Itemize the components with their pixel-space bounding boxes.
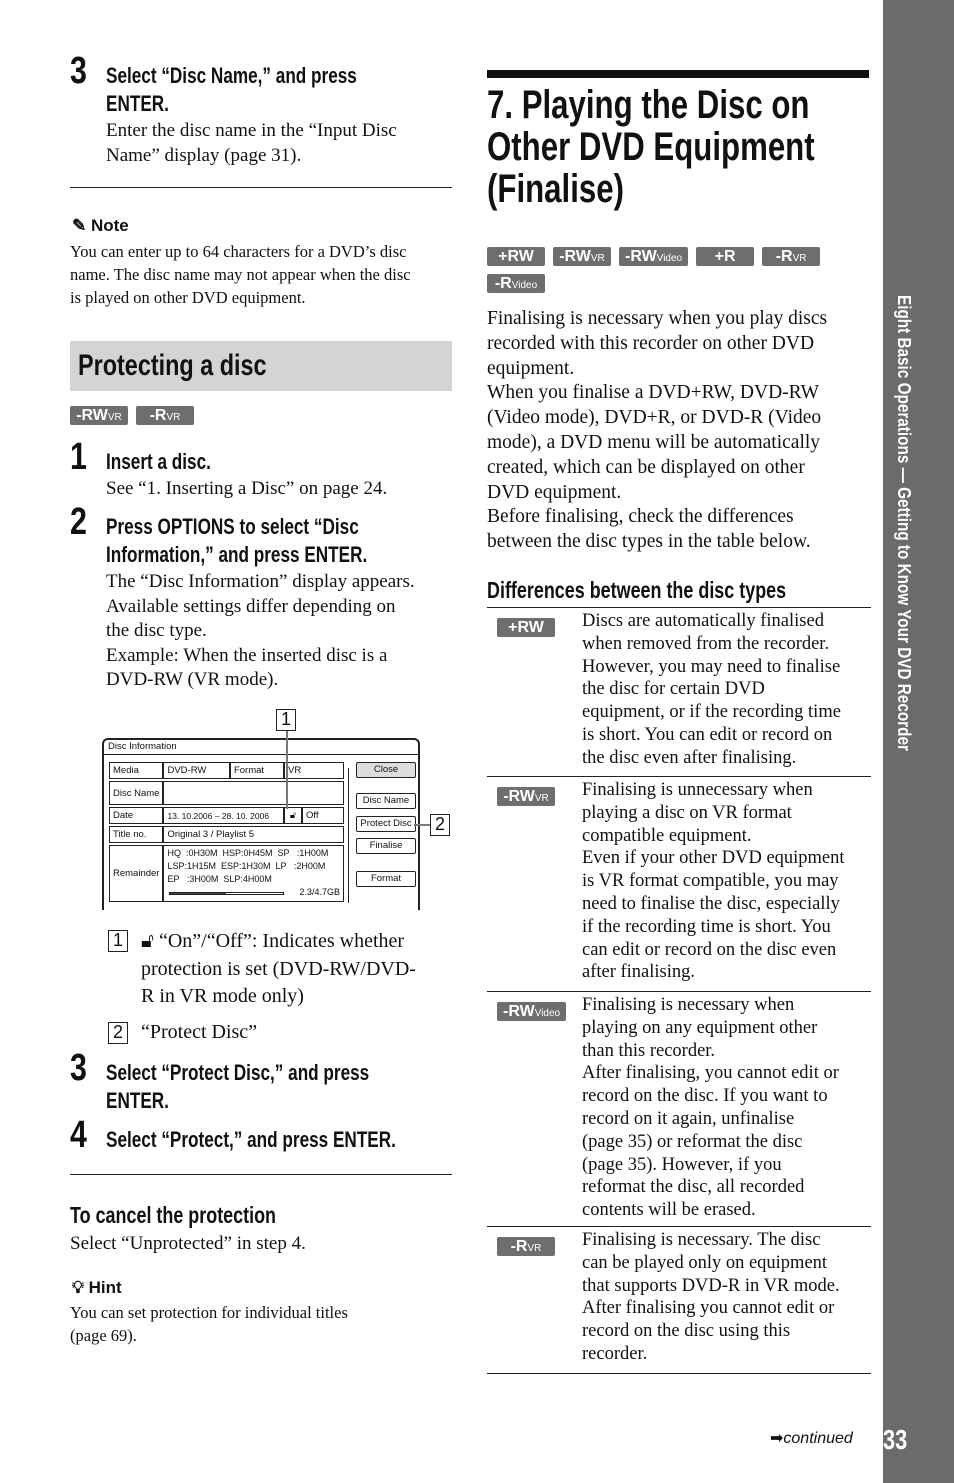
finalise-button[interactable]: Finalise	[356, 838, 416, 854]
disc-information-screen: Disc Information Media DVD-RW Format VR Dis…	[102, 738, 420, 910]
protect-disc-button[interactable]: Protect Disc	[356, 816, 416, 832]
step-number: 2	[70, 501, 87, 543]
divider	[70, 187, 452, 188]
badge: +R	[696, 247, 755, 266]
title-bar	[487, 70, 869, 78]
table-row: -RWVR Finalising is unnecessary when playi…	[487, 776, 871, 991]
badge: -RVideo	[487, 274, 545, 293]
screen-title: Disc Information	[108, 741, 177, 752]
step-title: Insert a disc.	[106, 449, 211, 474]
hint-bulb-icon: 💡︎	[72, 1278, 84, 1297]
table-row: +RW Discs are automatically finalised when…	[487, 607, 871, 776]
disc-badges: +RW -RWVR -RWVideo +R -RVR -RVideo	[487, 243, 867, 297]
table-title: Differences between the disc types	[487, 577, 787, 603]
step-title: Select “Disc Name,” and press ENTER.	[106, 63, 357, 116]
disc-name-button[interactable]: Disc Name	[356, 793, 416, 809]
step-title: Select “Protect,” and press ENTER.	[106, 1127, 396, 1152]
body-text: Select “Unprotected” in step 4.	[70, 1233, 306, 1254]
note-text: You can enter up to 64 characters for a …	[70, 242, 411, 307]
badge: -RWVideo	[619, 247, 689, 266]
step-body: The “Disc Information” display appears. A…	[106, 571, 415, 691]
table-row: -RVR Finalising is necessary. The disc can…	[487, 1226, 871, 1374]
callout-num: 1	[108, 930, 128, 952]
close-button[interactable]: Close	[356, 762, 416, 778]
step-body: See “1. Inserting a Disc” on page 24.	[106, 478, 388, 499]
divider	[70, 1174, 452, 1175]
table-row: -RWVideo Finalising is necessary when play…	[487, 991, 871, 1226]
callout-desc: “Protect Disc”	[141, 1021, 258, 1043]
lock-icon: 🔓︎	[284, 807, 302, 824]
section-header: Protecting a disc	[70, 341, 452, 391]
note-heading: ✎ Note	[72, 216, 129, 235]
capacity-bar	[169, 892, 285, 895]
step-number: 3	[70, 1047, 87, 1089]
disc-badges: -RWVR -RVR	[70, 406, 202, 425]
badge: -RVR	[762, 247, 821, 266]
note-icon: ✎	[72, 216, 87, 235]
step-number: 4	[70, 1114, 87, 1156]
callout-line	[414, 824, 430, 826]
lock-icon: 🔓︎	[141, 930, 154, 952]
step-title: Select “Protect Disc,” and press ENTER.	[106, 1060, 370, 1113]
page-title: 7. Playing the Disc on Other DVD Equipmen…	[487, 83, 815, 211]
format-button[interactable]: Format	[356, 871, 416, 887]
callout-1: 1	[276, 709, 296, 731]
hint-text: You can set protection for individual ti…	[70, 1303, 348, 1345]
hint-heading: 💡︎ Hint	[72, 1278, 122, 1297]
chapter-label: Eight Basic Operations — Getting to Know…	[894, 295, 914, 751]
callout-num: 2	[108, 1022, 128, 1044]
badge: -RWVR	[553, 247, 611, 266]
callout-2: 2	[430, 814, 450, 836]
badge: +RW	[487, 247, 545, 266]
step-body: Enter the disc name in the “Input Disc Na…	[106, 120, 397, 166]
arrow-right-icon: ➡	[770, 1430, 784, 1447]
step-number: 1	[70, 436, 87, 478]
badge: -RVR	[136, 406, 194, 425]
continued-label: ➡continued	[770, 1430, 853, 1447]
step-number: 3	[70, 50, 87, 92]
step-title: Press OPTIONS to select “Disc Information…	[106, 514, 368, 567]
callout-desc: 🔓︎ “On”/“Off”: Indicates whether protecti…	[141, 930, 416, 1007]
page-number: 33	[883, 1424, 908, 1455]
callout-line	[286, 731, 288, 809]
intro-text: Finalising is necessary when you play di…	[487, 308, 828, 553]
subheading: To cancel the protection	[70, 1202, 277, 1228]
badge: -RWVR	[70, 406, 128, 425]
